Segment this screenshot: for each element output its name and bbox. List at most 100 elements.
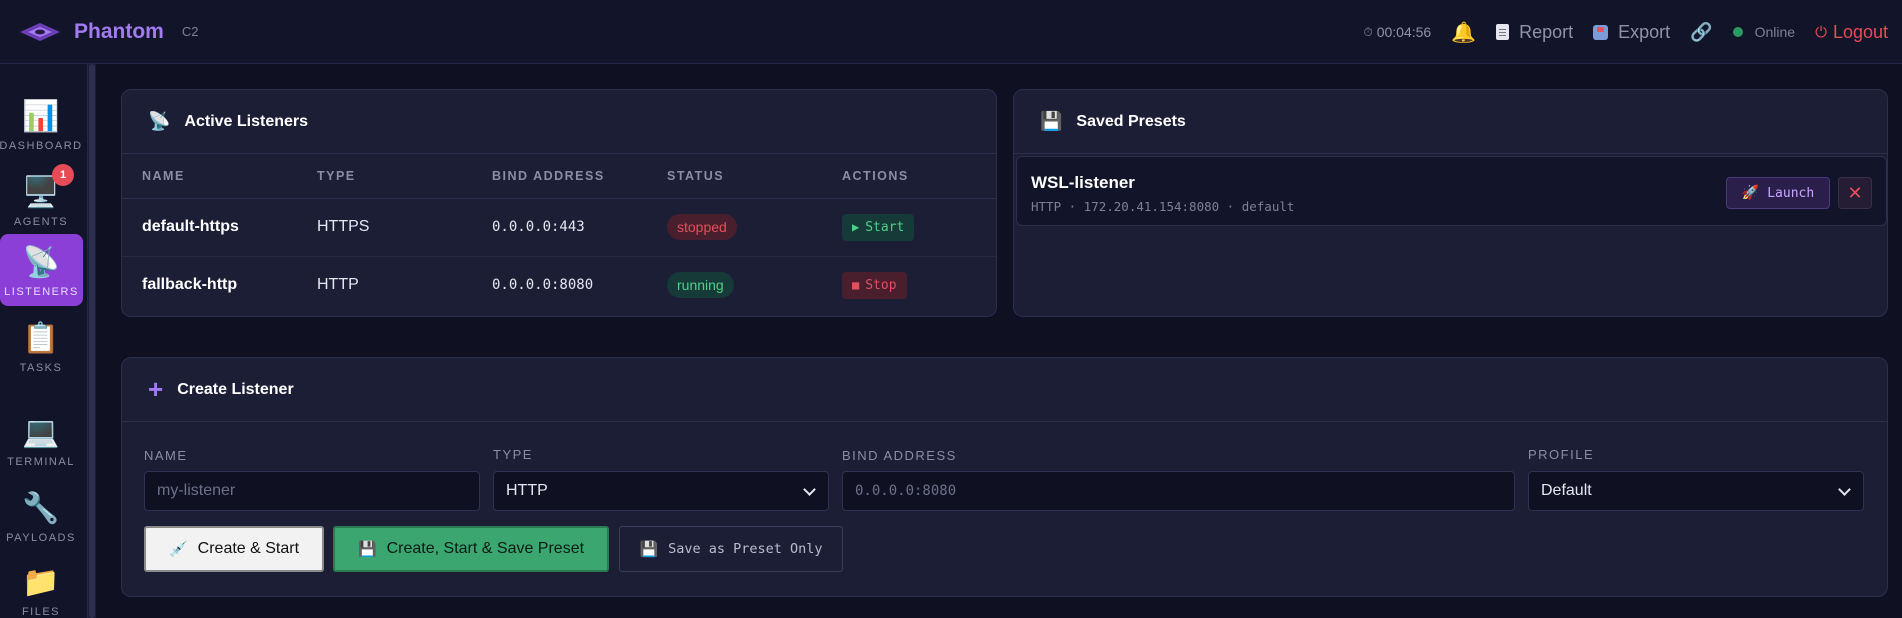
sidebar-item-terminal[interactable]: 💻 TERMINAL [0, 404, 82, 476]
sidebar-item-dashboard[interactable]: 📊 DASHBOARD [0, 88, 82, 160]
profile-select[interactable]: Default [1528, 471, 1864, 511]
launch-label: Launch [1767, 185, 1815, 201]
column-header: ACTIONS [822, 154, 996, 199]
stopwatch-icon: ⏱ [1363, 24, 1373, 39]
app-tag: C2 [181, 24, 199, 39]
name-input[interactable]: my-listener [144, 471, 480, 511]
sidebar-item-label: FILES [21, 606, 61, 618]
connection-status: Online [1732, 24, 1795, 40]
sidebar-item-label: TASKS [19, 362, 63, 374]
delete-preset-button[interactable]: ✕ [1838, 177, 1872, 209]
brand[interactable]: Phantom C2 [18, 20, 198, 44]
panel-title: Active Listeners [184, 112, 309, 130]
sidebar-item-agents[interactable]: 1 🖥️ AGENTS [0, 164, 82, 236]
listener-actions-cell: ▶ Start [822, 198, 996, 257]
preset-name: WSL-listener [1031, 173, 1135, 192]
profile-label: PROFILE [1528, 447, 1595, 462]
column-header: STATUS [647, 154, 822, 199]
play-icon: ▶ [852, 220, 860, 234]
listener-type: HTTP [317, 276, 359, 294]
create-listener-panel: + Create Listener NAME my-listener TYPE … [121, 357, 1888, 597]
create-start-save-button[interactable]: 💾 Create, Start & Save Preset [333, 526, 609, 572]
sidebar-item-listeners[interactable]: 📡 LISTENERS [0, 234, 83, 306]
export-icon [1593, 24, 1609, 40]
report-button[interactable]: Report [1496, 22, 1573, 43]
status-badge: running [667, 272, 734, 299]
top-actions: ⏱ 00:04:56 🔔 Report Export 🔗 Online ⏻ Lo… [1343, 0, 1888, 64]
column-header: NAME [122, 154, 297, 199]
logout-button[interactable]: ⏻ Logout [1815, 22, 1888, 43]
power-icon: ⏻ [1815, 23, 1827, 41]
bell-icon[interactable]: 🔔 [1451, 20, 1476, 45]
bind-address-input[interactable]: 0.0.0.0:8080 [842, 471, 1515, 511]
listener-status-cell: stopped [647, 198, 822, 257]
preset-meta: HTTP · 172.20.41.154:8080 · default [1031, 199, 1295, 214]
floppy-disk-icon: 💾 [639, 540, 659, 558]
link-icon[interactable]: 🔗 [1690, 22, 1712, 43]
save-preset-only-label: Save as Preset Only [668, 541, 823, 557]
type-select[interactable]: HTTP [493, 471, 829, 511]
create-start-save-label: Create, Start & Save Preset [386, 540, 585, 557]
listener-status-cell: running [647, 256, 822, 314]
wrench-icon: 🔧 [22, 492, 60, 525]
table-row: default-https HTTPS 0.0.0.0:443 stopped … [122, 198, 996, 257]
session-timer: ⏱ 00:04:56 [1363, 24, 1431, 40]
sidebar-item-label: PAYLOADS [6, 532, 76, 544]
plus-icon: + [148, 374, 164, 404]
sidebar-item-files[interactable]: 📁 FILES [0, 558, 82, 618]
table-row: fallback-http HTTP 0.0.0.0:8080 running … [122, 256, 996, 314]
folder-icon: 📁 [22, 566, 60, 599]
listener-bind-address: 0.0.0.0:443 [472, 198, 647, 257]
export-label: Export [1618, 21, 1671, 42]
panel-header: 📡 Active Listeners [122, 90, 996, 154]
listener-name: fallback-http [142, 276, 238, 294]
stop-label: Stop [865, 277, 897, 293]
listener-name: default-https [122, 198, 297, 257]
satellite-antenna-icon: 📡 [148, 111, 171, 131]
launch-button[interactable]: 🚀 Launch [1726, 177, 1830, 209]
active-listeners-panel: 📡 Active Listeners NAME TYPE BIND ADDRES… [121, 89, 997, 317]
export-button[interactable]: Export [1593, 22, 1670, 43]
phantom-logo-icon [20, 22, 60, 41]
listener-bind-address: 0.0.0.0:8080 [492, 277, 594, 294]
top-bar: Phantom C2 ⏱ 00:04:56 🔔 Report Export 🔗 … [0, 0, 1902, 64]
column-header: TYPE [297, 154, 472, 199]
syringe-icon: 💉 [168, 541, 188, 558]
sidebar-item-label: TERMINAL [7, 456, 75, 468]
sidebar-item-tasks[interactable]: 📋 TASKS [0, 310, 82, 382]
preset-item[interactable]: WSL-listener HTTP · 172.20.41.154:8080 ·… [1016, 156, 1887, 226]
document-icon [1496, 24, 1510, 40]
panel-header: + Create Listener [122, 358, 1887, 422]
stop-button[interactable]: ■ Stop [842, 271, 907, 299]
app-name: Phantom [74, 19, 164, 43]
session-timer-value: 00:04:56 [1376, 24, 1432, 40]
stop-square-icon: ■ [852, 278, 860, 293]
start-label: Start [865, 219, 905, 235]
sidebar-scrollbar-thumb[interactable] [89, 64, 95, 618]
sidebar: 📊 DASHBOARD 1 🖥️ AGENTS 📡 LISTENERS 📋 TA… [0, 64, 88, 618]
listeners-table: NAME TYPE BIND ADDRESS STATUS ACTIONS de… [122, 154, 996, 314]
start-button[interactable]: ▶ Start [842, 213, 915, 241]
type-label: TYPE [493, 447, 533, 462]
panel-title: Saved Presets [1076, 112, 1186, 130]
create-start-button[interactable]: 💉 Create & Start [144, 526, 324, 572]
listener-actions-cell: ■ Stop [822, 256, 996, 314]
floppy-disk-icon: 💾 [1040, 111, 1063, 131]
satellite-antenna-icon: 📡 [22, 246, 61, 279]
saved-presets-panel: 💾 Saved Presets WSL-listener HTTP · 172.… [1013, 89, 1888, 317]
create-start-label: Create & Start [197, 540, 300, 557]
sidebar-item-payloads[interactable]: 🔧 PAYLOADS [0, 480, 82, 552]
sidebar-item-label: AGENTS [13, 216, 69, 228]
save-preset-only-button[interactable]: 💾 Save as Preset Only [619, 526, 843, 572]
floppy-disk-icon: 💾 [357, 541, 377, 558]
logout-label: Logout [1832, 21, 1888, 42]
laptop-icon: 💻 [22, 416, 60, 449]
clipboard-icon: 📋 [22, 322, 60, 355]
panel-title: Create Listener [177, 380, 294, 398]
agents-count-badge: 1 [52, 164, 74, 186]
rocket-icon: 🚀 [1741, 185, 1760, 201]
dashboard-icon: 📊 [22, 100, 60, 133]
panel-header: 💾 Saved Presets [1014, 90, 1887, 154]
status-badge: stopped [667, 214, 737, 240]
sidebar-item-label: LISTENERS [4, 286, 79, 298]
